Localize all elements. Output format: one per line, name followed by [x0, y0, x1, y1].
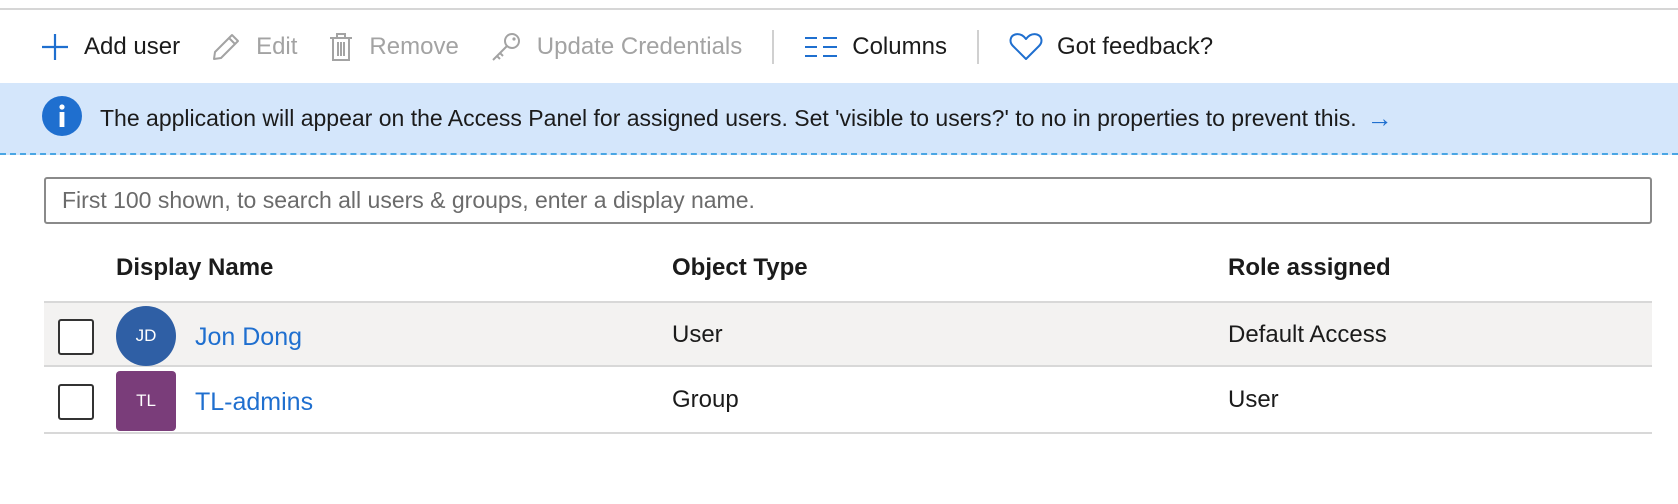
- command-bar: Add user Edit Remove Update Credentials …: [0, 10, 1678, 83]
- info-banner-message: The application will appear on the Acces…: [100, 104, 1357, 131]
- pencil-icon: [210, 31, 242, 63]
- search-input[interactable]: [44, 177, 1652, 224]
- display-name-link[interactable]: TL-admins: [195, 368, 313, 434]
- toolbar-separator: [772, 29, 775, 64]
- add-user-label: Add user: [84, 32, 181, 60]
- table-row[interactable]: JD Jon Dong User Default Access: [44, 301, 1652, 367]
- update-credentials-label: Update Credentials: [536, 32, 743, 60]
- update-credentials-button[interactable]: Update Credentials: [489, 27, 742, 67]
- remove-label: Remove: [369, 32, 459, 60]
- display-name-link[interactable]: Jon Dong: [195, 303, 302, 369]
- table-header: Display Name Object Type Role assigned: [44, 240, 1652, 300]
- edit-button[interactable]: Edit: [210, 27, 297, 67]
- columns-button[interactable]: Columns: [804, 27, 947, 67]
- column-header-role-assigned[interactable]: Role assigned: [1228, 240, 1391, 300]
- key-icon: [489, 31, 523, 63]
- add-user-button[interactable]: Add user: [40, 27, 180, 67]
- plus-icon: [40, 32, 70, 62]
- toolbar-separator: [976, 29, 979, 64]
- info-banner: The application will appear on the Acces…: [0, 83, 1678, 155]
- object-type-cell: Group: [672, 386, 739, 413]
- column-header-display-name[interactable]: Display Name: [116, 240, 273, 300]
- feedback-button[interactable]: Got feedback?: [1009, 27, 1213, 67]
- table-row[interactable]: TL TL-admins Group User: [44, 368, 1652, 434]
- role-assigned-cell: Default Access: [1228, 321, 1387, 348]
- column-header-object-type[interactable]: Object Type: [672, 240, 808, 300]
- feedback-label: Got feedback?: [1056, 32, 1214, 60]
- object-type-cell: User: [672, 321, 723, 348]
- heart-icon: [1009, 32, 1043, 62]
- columns-label: Columns: [852, 32, 947, 60]
- row-checkbox[interactable]: [58, 384, 94, 420]
- columns-icon: [804, 35, 838, 59]
- avatar: JD: [116, 306, 176, 366]
- info-icon: [42, 95, 82, 141]
- role-assigned-cell: User: [1228, 386, 1279, 413]
- edit-label: Edit: [256, 32, 298, 60]
- row-checkbox[interactable]: [58, 319, 94, 355]
- remove-button[interactable]: Remove: [327, 27, 459, 67]
- avatar: TL: [116, 371, 176, 431]
- arrow-right-icon[interactable]: →: [1367, 105, 1393, 131]
- trash-icon: [327, 31, 355, 63]
